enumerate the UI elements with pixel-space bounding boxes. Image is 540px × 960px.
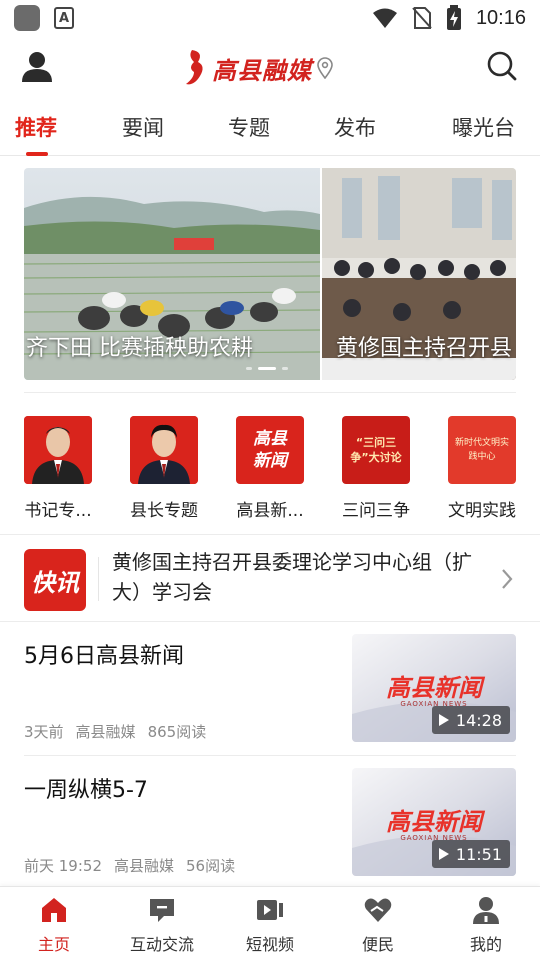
tab-release[interactable]: 发布 xyxy=(334,112,376,142)
channel-label: 县长专题 xyxy=(130,501,198,521)
app-header: 高县融媒 xyxy=(0,36,540,100)
app-logo: 高县融媒 xyxy=(184,48,334,88)
nav-label: 主页 xyxy=(37,935,70,954)
civilization-practice-logo-text: 新时代文明实践中心 xyxy=(455,438,510,462)
news-meta: 3天前 高县融媒 865阅读 xyxy=(24,721,206,742)
nav-mine[interactable]: 我的 xyxy=(436,895,536,955)
carousel-dot-active xyxy=(258,367,276,370)
battery-charging-icon xyxy=(446,5,461,30)
news-thumbnail[interactable]: 高县新闻 GAOXIAN NEWS 14:28 xyxy=(352,634,516,742)
user-icon[interactable] xyxy=(20,50,54,84)
clock: 10:16 xyxy=(475,6,526,29)
duration-text: 14:28 xyxy=(455,710,502,730)
gaoxian-news-logo: 高县新闻 xyxy=(236,416,304,484)
three-questions-logo: “三问三争”大讨论 xyxy=(342,416,410,484)
news-thumbnail[interactable]: 高县新闻 GAOXIAN NEWS 11:51 xyxy=(352,768,516,876)
channel-civilization-practice[interactable]: 新时代文明实践中心 文明实践 xyxy=(442,416,522,521)
news-title[interactable]: 一周纵横5-7 xyxy=(24,772,148,804)
channel-label: 书记专... xyxy=(24,501,92,521)
channel-county-head[interactable]: 县长专题 xyxy=(124,416,204,521)
news-reads: 865阅读 xyxy=(147,723,207,741)
channel-label: 高县新... xyxy=(236,501,304,521)
location-pin-icon xyxy=(317,57,333,79)
play-icon xyxy=(438,848,449,860)
news-item-1[interactable]: 5月6日高县新闻 3天前 高县融媒 865阅读 高县新闻 GAOXIAN NEW… xyxy=(0,622,540,756)
app-notification-icon xyxy=(14,5,40,31)
channel-label: 文明实践 xyxy=(448,501,516,521)
profile-icon xyxy=(473,897,499,924)
bottom-navigation: 主页 互动交流 短视频 便民 我的 xyxy=(0,886,540,960)
banner-caption-2: 黄修国主持召开县 xyxy=(336,336,513,361)
nav-convenience[interactable]: 便民 xyxy=(328,895,428,955)
wifi-icon xyxy=(372,8,397,28)
nav-label: 我的 xyxy=(469,935,502,954)
three-questions-logo-text: “三问三争”大讨论 xyxy=(350,436,402,464)
channel-three-questions[interactable]: “三问三争”大讨论 三问三争 xyxy=(336,416,416,521)
status-bar: A 10:16 xyxy=(0,0,540,36)
home-icon xyxy=(42,898,66,922)
news-time: 前天 19:52 xyxy=(24,857,102,875)
heart-hand-icon xyxy=(364,898,392,922)
thumb-title: 高县新闻 xyxy=(386,807,482,836)
divider xyxy=(24,392,516,393)
tab-exposure[interactable]: 曝光台 xyxy=(452,112,515,142)
nav-label: 短视频 xyxy=(245,935,294,954)
banner-caption-1: 齐下田 比赛插秧助农耕 xyxy=(26,336,253,361)
category-tabs: 推荐 要闻 专题 发布 曝光台 xyxy=(0,100,540,156)
nav-interact[interactable]: 互动交流 xyxy=(112,895,212,955)
font-notification-icon: A xyxy=(54,7,74,29)
carousel-dots xyxy=(246,367,288,370)
carousel-dot xyxy=(282,367,288,370)
nav-short-video[interactable]: 短视频 xyxy=(220,895,320,955)
tab-topics[interactable]: 专题 xyxy=(228,112,270,142)
tab-recommend[interactable]: 推荐 xyxy=(15,112,57,142)
news-meta: 前天 19:52 高县融媒 56阅读 xyxy=(24,855,235,876)
secretary-portrait xyxy=(24,416,92,484)
nav-label: 便民 xyxy=(361,935,394,954)
tab-headlines[interactable]: 要闻 xyxy=(122,112,164,142)
channel-secretary[interactable]: 书记专... xyxy=(18,416,98,521)
no-sim-icon xyxy=(412,7,432,29)
news-source: 高县融媒 xyxy=(114,857,175,875)
logo-mark-icon xyxy=(186,50,203,85)
video-duration: 11:51 xyxy=(431,840,510,868)
nav-home[interactable]: 主页 xyxy=(4,895,104,955)
news-time: 3天前 xyxy=(24,723,64,741)
news-title[interactable]: 5月6日高县新闻 xyxy=(24,638,184,670)
gaoxian-news-logo-text: 高县新闻 xyxy=(253,429,287,471)
flash-news-text[interactable]: 黄修国主持召开县委理论学习中心组（扩大）学习会 xyxy=(112,547,482,607)
banner-slide-1[interactable]: 齐下田 比赛插秧助农耕 xyxy=(24,168,320,380)
county-head-portrait xyxy=(130,416,198,484)
thumb-title: 高县新闻 xyxy=(386,673,482,702)
chevron-right-icon[interactable] xyxy=(500,567,514,591)
nav-label: 互动交流 xyxy=(129,935,194,954)
video-duration: 14:28 xyxy=(431,706,510,734)
banner-slide-2[interactable]: 黄修国主持召开县 xyxy=(322,168,516,380)
video-icon xyxy=(257,900,283,920)
carousel-dot xyxy=(246,367,252,370)
flash-news-icon: 快讯 xyxy=(24,549,86,611)
chat-icon xyxy=(150,899,174,922)
news-source: 高县融媒 xyxy=(75,723,136,741)
search-icon[interactable] xyxy=(486,50,518,82)
flash-news-bar[interactable]: 快讯 黄修国主持召开县委理论学习中心组（扩大）学习会 xyxy=(0,534,540,622)
active-tab-indicator xyxy=(26,152,48,156)
news-item-2[interactable]: 一周纵横5-7 前天 19:52 高县融媒 56阅读 高县新闻 GAOXIAN … xyxy=(0,756,540,890)
duration-text: 11:51 xyxy=(455,844,502,864)
channel-gaoxian-news[interactable]: 高县新闻 高县新... xyxy=(230,416,310,521)
play-icon xyxy=(438,714,449,726)
banner-carousel[interactable]: 齐下田 比赛插秧助农耕 黄修国主持召开县 xyxy=(24,168,516,380)
app-name: 高县融媒 xyxy=(212,55,312,85)
channel-label: 三问三争 xyxy=(342,501,410,521)
news-reads: 56阅读 xyxy=(186,857,236,875)
civilization-practice-logo: 新时代文明实践中心 xyxy=(448,416,516,484)
channel-shortcuts: 书记专... 县长专题 高县新闻 高县新... “三问三争”大讨论 三问三争 新… xyxy=(0,416,540,524)
flash-separator xyxy=(98,557,99,601)
